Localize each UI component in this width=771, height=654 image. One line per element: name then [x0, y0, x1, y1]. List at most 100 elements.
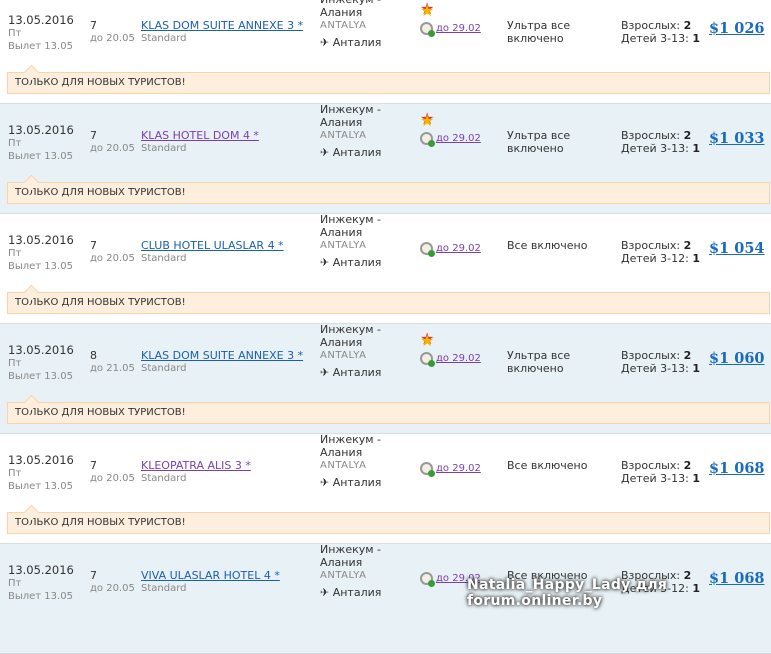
departure-date: Вылет 13.05 — [8, 371, 73, 382]
early-booking-link[interactable]: до 29.02 — [436, 463, 481, 474]
clock-icon — [420, 572, 435, 587]
children-count: 1 — [692, 472, 701, 485]
meal-plan: Ультра все включено — [507, 129, 571, 155]
location-cell: Инжекум - Алания ANTALYA ✈ Анталия — [320, 433, 410, 489]
early-booking-link[interactable]: до 29.02 — [436, 353, 481, 364]
meal-plan: Все включено — [507, 459, 588, 472]
tour-row: 13.05.2016 Пт Вылет 13.05 8 до 21.05 KLA… — [0, 323, 771, 434]
tour-date: 13.05.2016 — [8, 343, 74, 357]
children-count: 1 — [692, 252, 701, 265]
meal-plan: Все включено — [507, 239, 588, 252]
price-link[interactable]: $1 054 — [709, 240, 765, 257]
region: ANTALYA — [320, 130, 367, 141]
nights-cell: 7 до 20.05 — [90, 129, 135, 155]
room-type: Standard — [141, 363, 187, 374]
room-type: Standard — [141, 253, 187, 264]
children-label: Детей 3-13: — [621, 32, 689, 45]
early-booking: до 29.02 — [420, 22, 481, 37]
weekday: Пт — [8, 358, 22, 369]
return-date: до 20.05 — [90, 583, 135, 594]
return-date: до 20.05 — [90, 473, 135, 484]
tour-date: 13.05.2016 — [8, 453, 74, 467]
tour-date-cell: 13.05.2016 Пт Вылет 13.05 — [8, 564, 74, 603]
children-count: 1 — [692, 32, 701, 45]
airport-name: Анталия — [332, 146, 382, 159]
resort: Инжекум - Алания — [320, 543, 382, 569]
clock-icon — [420, 242, 435, 257]
hotel-link[interactable]: KLAS DOM SUITE ANNEXE 3 * — [141, 349, 303, 362]
nights-cell: 7 до 20.05 — [90, 239, 135, 265]
children-label: Детей 3-13: — [621, 472, 689, 485]
airport-name: Анталия — [332, 366, 382, 379]
price-link[interactable]: $1 033 — [709, 130, 765, 147]
promo-cell: ★ до 29.02 — [420, 442, 481, 477]
tour-date: 13.05.2016 — [8, 13, 74, 27]
location-cell: Инжекум - Алания ANTALYA ✈ Анталия — [320, 0, 410, 49]
early-booking-link[interactable]: до 29.02 — [436, 243, 481, 254]
hotel-cell: KLAS DOM SUITE ANNEXE 3 * Standard — [141, 349, 303, 375]
hotel-link[interactable]: KLAS HOTEL DOM 4 * — [141, 129, 259, 142]
adults-count: 2 — [683, 129, 692, 142]
hotel-link[interactable]: VIVA ULASLAR HOTEL 4 * — [141, 569, 280, 582]
return-date: до 20.05 — [90, 33, 135, 44]
region: ANTALYA — [320, 20, 367, 31]
return-date: до 21.05 — [90, 363, 135, 374]
hotel-link[interactable]: KLEOPATRA ALIS 3 * — [141, 459, 251, 472]
nights-count: 7 — [90, 129, 97, 142]
hotel-cell: VIVA ULASLAR HOTEL 4 * Standard — [141, 569, 280, 595]
location-cell: Инжекум - Алания ANTALYA ✈ Анталия — [320, 323, 410, 379]
hotel-link[interactable]: KLAS DOM SUITE ANNEXE 3 * — [141, 19, 303, 32]
plane-icon: ✈ — [320, 256, 330, 269]
price-link[interactable]: $1 060 — [709, 350, 765, 367]
nights-cell: 8 до 21.05 — [90, 349, 135, 375]
departure-date: Вылет 13.05 — [8, 151, 73, 162]
adults-count: 2 — [683, 19, 692, 32]
passengers-cell: Взрослых: 2 Детей 3-12: 1 — [621, 239, 700, 265]
room-type: Standard — [141, 33, 187, 44]
price-link[interactable]: $1 068 — [709, 460, 765, 477]
resort: Инжекум - Алания — [320, 103, 382, 129]
tour-date: 13.05.2016 — [8, 123, 74, 137]
nights-cell: 7 до 20.05 — [90, 569, 135, 595]
region: ANTALYA — [320, 460, 367, 471]
departure-date: Вылет 13.05 — [8, 41, 73, 52]
early-booking-link[interactable]: до 29.02 — [436, 133, 481, 144]
tour-date-cell: 13.05.2016 Пт Вылет 13.05 — [8, 14, 74, 53]
adults-count: 2 — [683, 459, 692, 472]
tour-date-cell: 13.05.2016 Пт Вылет 13.05 — [8, 124, 74, 163]
tour-row: 13.05.2016 Пт Вылет 13.05 7 до 20.05 KLE… — [0, 433, 771, 544]
weekday: Пт — [8, 468, 22, 479]
adults-label: Взрослых: — [621, 349, 681, 362]
room-type: Standard — [141, 143, 187, 154]
tour-date: 13.05.2016 — [8, 233, 74, 247]
promo-note: ТОЛЬКО ДЛЯ НОВЫХ ТУРИСТОВ! — [7, 292, 770, 314]
watermark: Natalia_Happy_Lady для forum.onliner.by — [467, 577, 668, 609]
medal-star-icon: ★ — [420, 331, 435, 350]
weekday: Пт — [8, 248, 22, 259]
children-count: 1 — [692, 142, 701, 155]
weekday: Пт — [8, 138, 22, 149]
tour-date-cell: 13.05.2016 Пт Вылет 13.05 — [8, 344, 74, 383]
hotel-link[interactable]: CLUB HOTEL ULASLAR 4 * — [141, 239, 284, 252]
airport-name: Анталия — [332, 256, 382, 269]
adults-label: Взрослых: — [621, 129, 681, 142]
room-type: Standard — [141, 583, 187, 594]
children-label: Детей 3-13: — [621, 362, 689, 375]
early-booking-link[interactable]: до 29.02 — [436, 23, 481, 34]
children-label: Детей 3-12: — [621, 252, 689, 265]
tour-row: 13.05.2016 Пт Вылет 13.05 7 до 20.05 CLU… — [0, 213, 771, 324]
departure-date: Вылет 13.05 — [8, 261, 73, 272]
nights-count: 7 — [90, 19, 97, 32]
adults-label: Взрослых: — [621, 239, 681, 252]
plane-icon: ✈ — [320, 586, 330, 599]
promo-note: ТОЛЬКО ДЛЯ НОВЫХ ТУРИСТОВ! — [7, 182, 770, 204]
location-cell: Инжекум - Алания ANTALYA ✈ Анталия — [320, 213, 410, 269]
promo-note: ТОЛЬКО ДЛЯ НОВЫХ ТУРИСТОВ! — [7, 512, 770, 534]
location-cell: Инжекум - Алания ANTALYA ✈ Анталия — [320, 543, 410, 599]
plane-icon: ✈ — [320, 476, 330, 489]
children-label: Детей 3-13: — [621, 142, 689, 155]
price-link[interactable]: $1 026 — [709, 20, 765, 37]
region: ANTALYA — [320, 240, 367, 251]
promo-cell: ★ до 29.02 — [420, 222, 481, 257]
tour-results-list: 13.05.2016 Пт Вылет 13.05 7 до 20.05 KLA… — [0, 0, 771, 654]
